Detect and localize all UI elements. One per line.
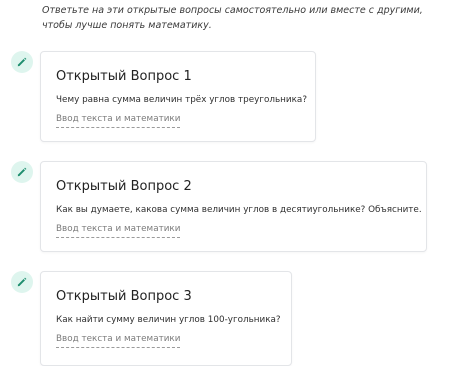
question-title: Открытый Вопрос 1 xyxy=(56,69,192,84)
question-card-3: Открытый Вопрос 3 Как найти сумму величи… xyxy=(40,271,292,366)
intro-text: Ответьте на эти открытые вопросы самосто… xyxy=(42,5,423,31)
question-card-1: Открытый Вопрос 1 Чему равна сумма велич… xyxy=(40,51,316,142)
pencil-icon xyxy=(11,161,33,183)
question-text: Как вы думаете, какова сумма величин угл… xyxy=(56,205,422,215)
question-title: Открытый Вопрос 2 xyxy=(56,179,192,194)
question-title: Открытый Вопрос 3 xyxy=(56,289,192,304)
pencil-icon xyxy=(11,271,33,293)
question-text: Чему равна сумма величин трёх углов треу… xyxy=(56,95,307,105)
question-card-2: Открытый Вопрос 2 Как вы думаете, какова… xyxy=(40,161,427,252)
question-text: Как найти сумму величин углов 100-угольн… xyxy=(56,315,281,325)
answer-input[interactable]: Ввод текста и математики xyxy=(56,334,181,348)
answer-input[interactable]: Ввод текста и математики xyxy=(56,114,181,128)
pencil-icon xyxy=(11,51,33,73)
answer-input[interactable]: Ввод текста и математики xyxy=(56,224,181,238)
